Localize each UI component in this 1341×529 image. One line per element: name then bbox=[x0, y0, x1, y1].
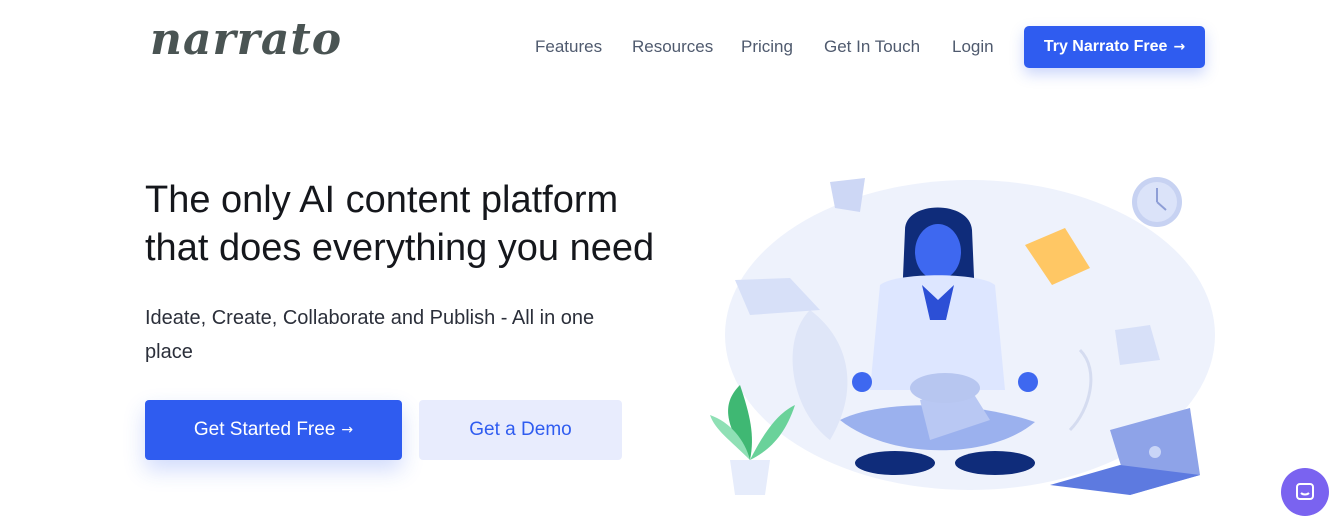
hero-headline-line2: that does everything you need bbox=[145, 227, 655, 269]
get-a-demo-label: Get a Demo bbox=[469, 419, 572, 440]
arrow-right-icon: → bbox=[1173, 39, 1186, 55]
nav-resources[interactable]: Resources bbox=[632, 37, 713, 57]
hero-illustration bbox=[710, 177, 1215, 495]
chat-icon bbox=[1296, 483, 1314, 500]
nav-login[interactable]: Login bbox=[952, 37, 994, 57]
nav-pricing[interactable]: Pricing bbox=[741, 37, 793, 57]
narrato-logo[interactable]: narrato bbox=[150, 14, 342, 65]
hero-headline: The only AI content platform that does e… bbox=[145, 176, 685, 272]
try-narrato-free-button[interactable]: Try Narrato Free → bbox=[1024, 26, 1205, 68]
hero-headline-line1: The only AI content platform bbox=[145, 179, 619, 221]
chat-launcher-button[interactable] bbox=[1281, 468, 1329, 516]
clock-icon bbox=[1132, 177, 1182, 227]
nav-features[interactable]: Features bbox=[535, 37, 602, 57]
get-started-free-label: Get Started Free bbox=[193, 419, 336, 440]
try-narrato-free-label: Try Narrato Free bbox=[1043, 38, 1168, 55]
nav-get-in-touch[interactable]: Get In Touch bbox=[824, 37, 920, 57]
get-started-free-button[interactable]: Get Started Free → bbox=[145, 400, 402, 460]
paper-sheet-icon bbox=[830, 178, 865, 212]
hero-subheadline: Ideate, Create, Collaborate and Publish … bbox=[145, 307, 595, 363]
arrow-right-icon: → bbox=[341, 422, 354, 438]
get-a-demo-button[interactable]: Get a Demo bbox=[419, 400, 622, 460]
